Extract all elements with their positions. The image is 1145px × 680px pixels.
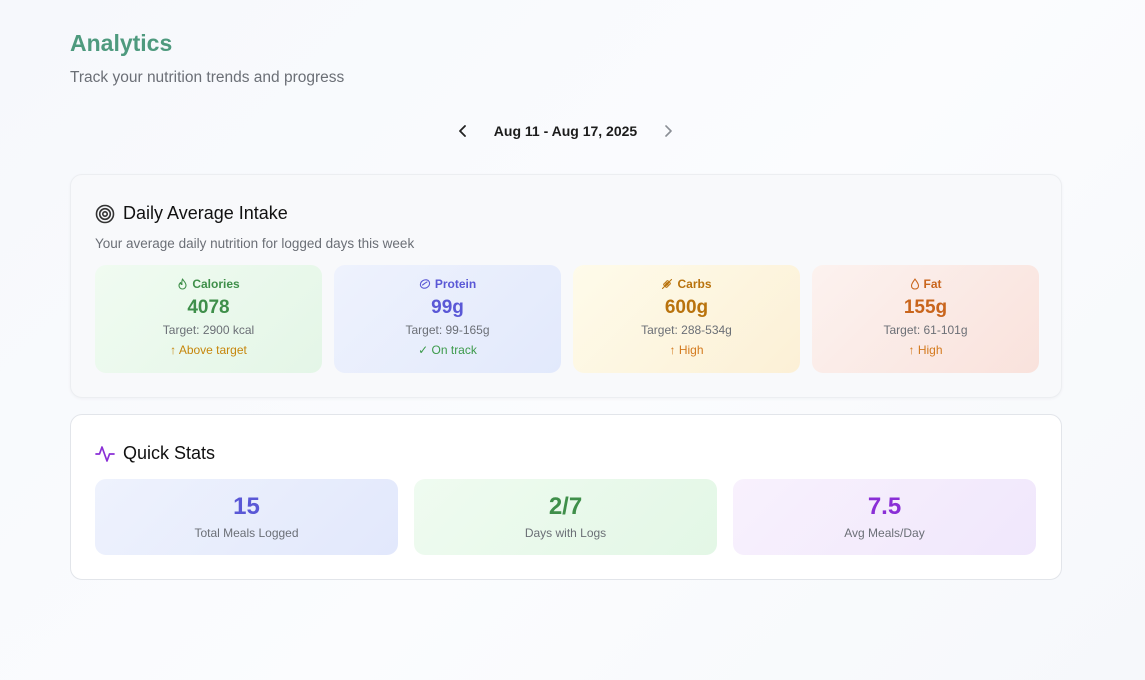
intake-card-description: Your average daily nutrition for logged … [95,236,415,251]
daily-average-intake-card: Daily Average Intake Your average daily … [70,174,1062,398]
date-navigator: Aug 11 - Aug 17, 2025 [0,118,1131,144]
fat-label: Fat [910,277,942,291]
calories-target: Target: 2900 kcal [162,323,255,337]
macro-cards: Calories 4078 Target: 2900 kcal ↑ Above … [95,265,1039,373]
carbs-value: 600g [664,297,709,318]
protein-target: Target: 99-165g [405,323,490,337]
carbs-target: Target: 288-534g [641,323,732,337]
days-with-logs-value: 2/7 [548,493,583,520]
protein-card: Protein 99g Target: 99-165g ✓ On track [334,265,561,373]
calories-status: ↑ Above target [170,343,247,357]
target-icon [95,204,115,223]
quick-stats-header: Quick Stats [95,443,215,464]
fat-value: 155g [903,297,948,318]
protein-icon [419,279,430,289]
chevron-left-icon [458,125,466,137]
total-meals-stat: 15 Total Meals Logged [95,479,398,555]
calories-value: 4078 [187,297,230,318]
carbs-card: Carbs 600g Target: 288-534g ↑ High [573,265,800,373]
fat-target: Target: 61-101g [883,323,968,337]
wheat-icon [662,278,673,290]
avg-meals-value: 7.5 [867,493,902,520]
fat-card: Fat 155g Target: 61-101g ↑ High [812,265,1039,373]
carbs-status: ↑ High [669,343,704,357]
calories-card: Calories 4078 Target: 2900 kcal ↑ Above … [95,265,322,373]
days-with-logs-label: Days with Logs [524,526,607,540]
intake-card-header: Daily Average Intake [95,203,288,224]
analytics-page: Analytics Track your nutrition trends an… [0,0,1145,680]
days-with-logs-stat: 2/7 Days with Logs [414,479,717,555]
intake-card-title: Daily Average Intake [123,203,288,223]
quick-stats-title: Quick Stats [123,443,216,463]
avg-meals-label: Avg Meals/Day [844,526,925,540]
total-meals-label: Total Meals Logged [194,526,299,540]
protein-status: ✓ On track [418,343,477,357]
activity-icon [95,445,115,462]
fat-label-text: Fat [923,277,942,291]
avg-meals-stat: 7.5 Avg Meals/Day [733,479,1036,555]
carbs-label-text: Carbs [677,277,712,291]
quick-stats-card: Quick Stats 15 Total Meals Logged 2/7 Da… [70,414,1062,580]
quick-stats-row: 15 Total Meals Logged 2/7 Days with Logs… [95,479,1036,555]
droplet-icon [910,278,919,290]
carbs-label: Carbs [661,277,712,291]
prev-week-button[interactable] [450,118,476,144]
chevron-right-icon [665,125,673,137]
protein-label-text: Protein [434,277,477,291]
calories-label: Calories [177,277,240,291]
flame-icon [178,278,187,290]
total-meals-value: 15 [233,493,260,520]
protein-label: Protein [419,277,476,291]
next-week-button[interactable] [655,118,681,144]
calories-label-text: Calories [192,277,240,291]
fat-status: ↑ High [908,343,943,357]
date-range-label: Aug 11 - Aug 17, 2025 [493,123,638,139]
page-title: Analytics [70,30,173,56]
page-subtitle: Track your nutrition trends and progress [70,69,345,86]
protein-value: 99g [431,297,464,318]
